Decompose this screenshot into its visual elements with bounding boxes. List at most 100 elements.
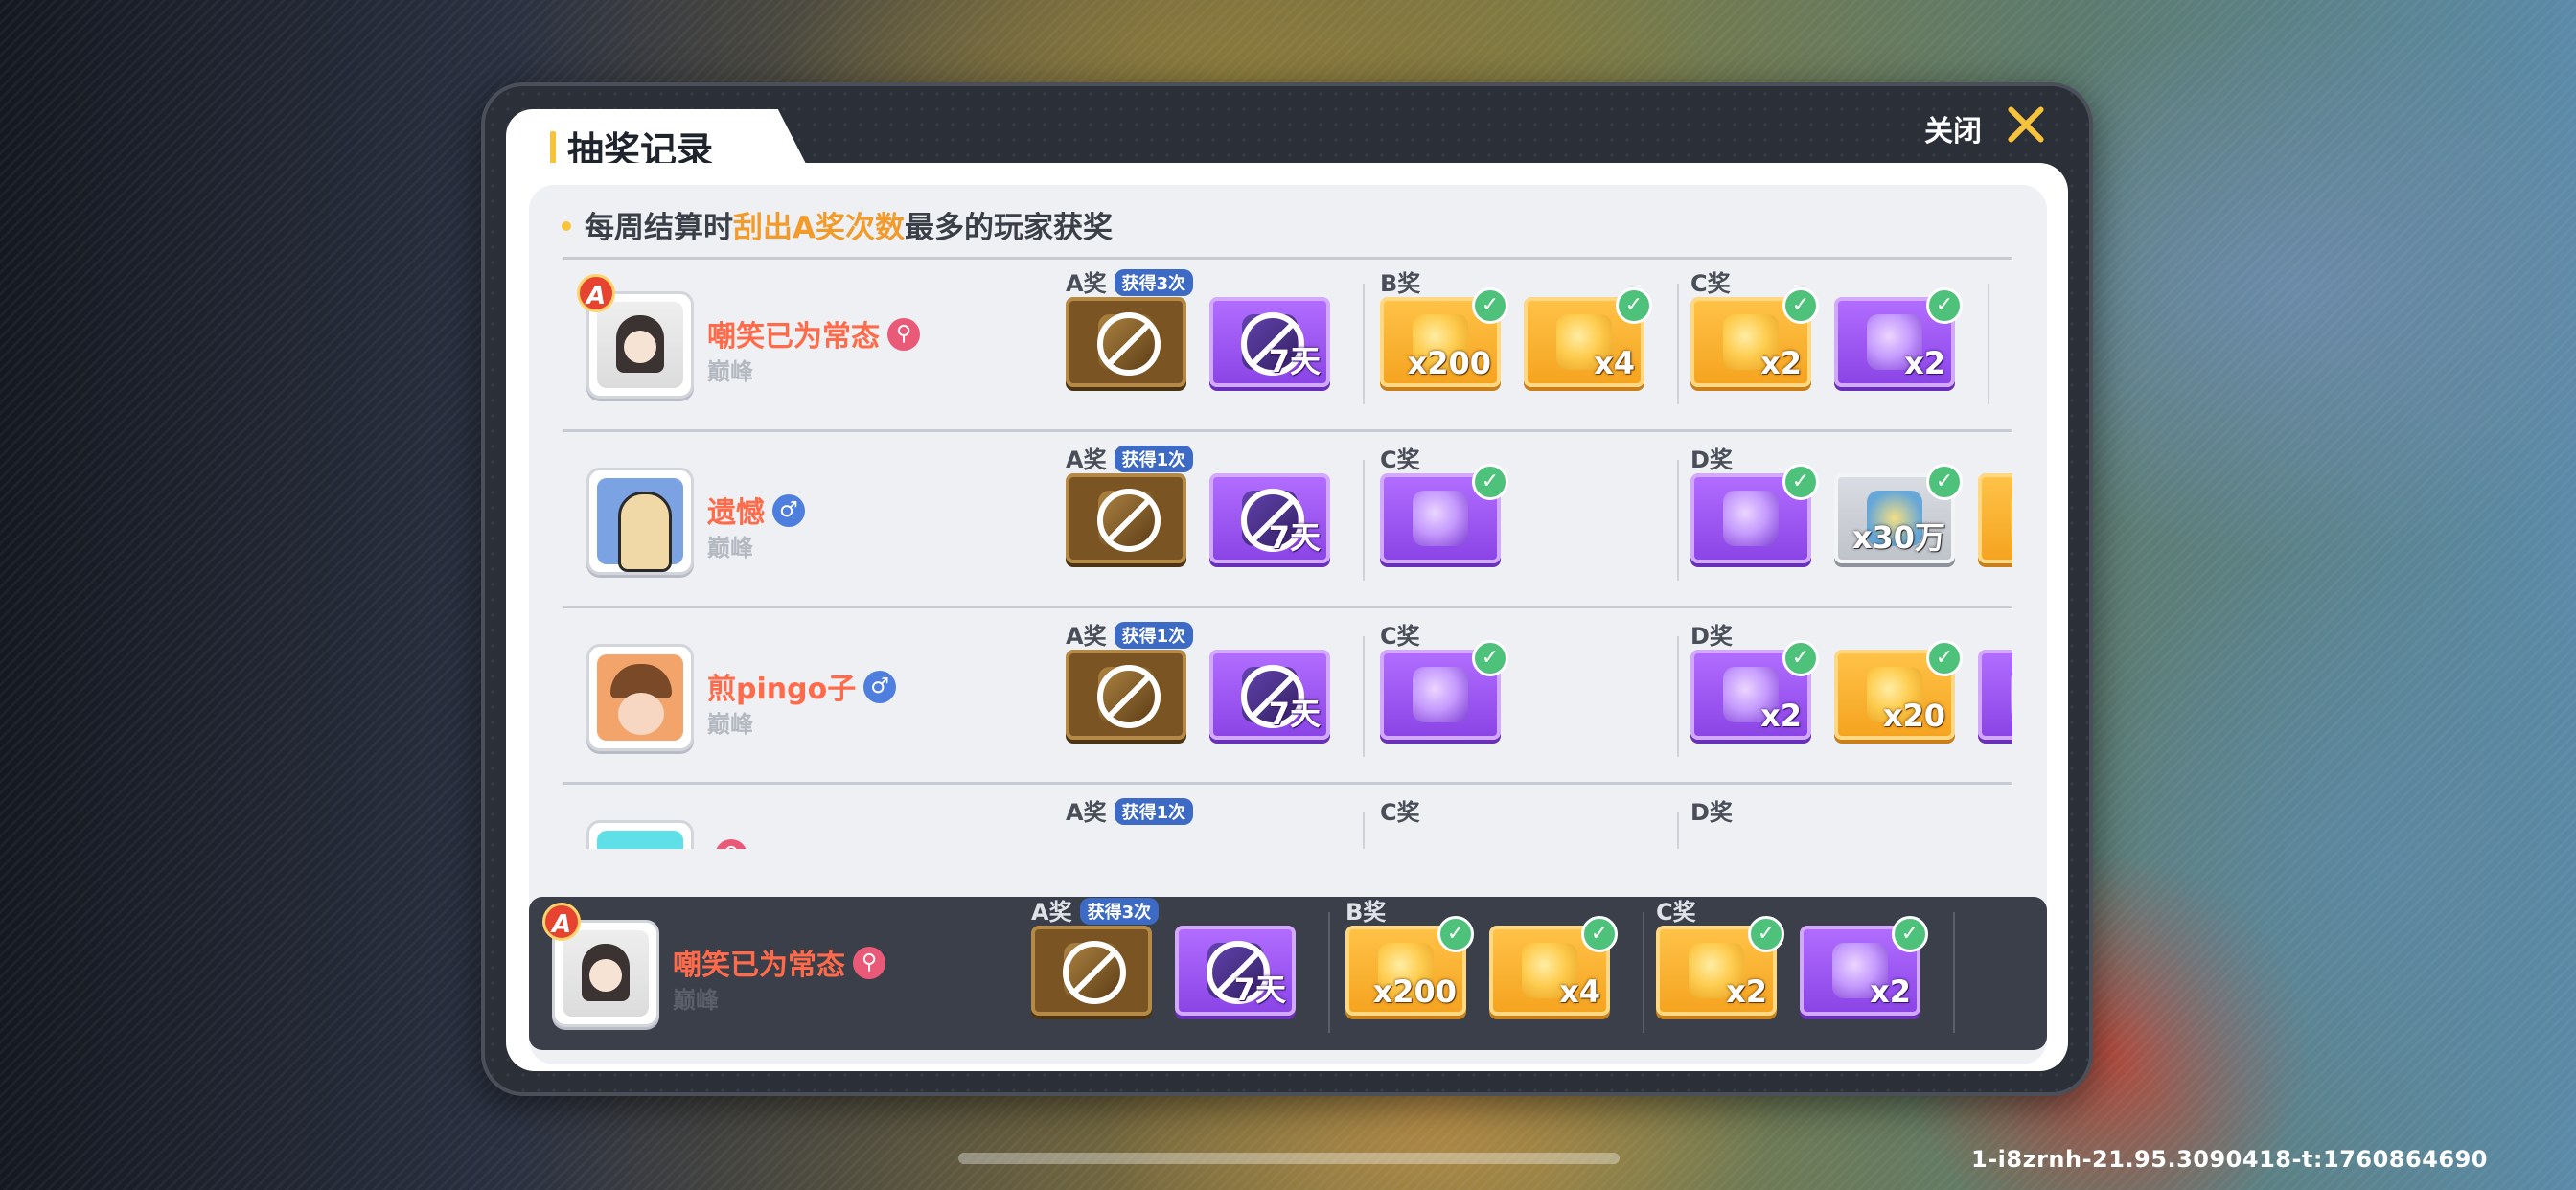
tier-label-text: A奖 bbox=[1066, 799, 1107, 826]
reward-item[interactable]: x200 ✓ bbox=[1380, 287, 1508, 387]
reward-item[interactable] bbox=[1066, 650, 1186, 740]
reward-item[interactable]: x4 ✓ bbox=[1489, 916, 1618, 1016]
tier-separator bbox=[1363, 636, 1365, 757]
home-indicator[interactable] bbox=[958, 1153, 1620, 1164]
title-accent-bar bbox=[550, 131, 556, 166]
player-avatar[interactable] bbox=[586, 644, 694, 751]
notice-text-pre: 每周结算时 bbox=[585, 211, 733, 245]
claimed-check-icon: ✓ bbox=[1748, 916, 1784, 952]
claimed-check-icon: ✓ bbox=[1782, 287, 1819, 324]
reward-art bbox=[2011, 491, 2012, 546]
close-label[interactable]: 关闭 bbox=[1924, 107, 1982, 149]
male-icon: ♂ bbox=[863, 670, 897, 703]
row-divider bbox=[564, 257, 2012, 260]
tier-label: A奖 获得3次 bbox=[1031, 893, 1160, 927]
reward-quantity: x200 bbox=[1407, 345, 1491, 381]
tier-win-count: 获得3次 bbox=[1079, 898, 1160, 925]
tier-label-text: B奖 bbox=[1346, 899, 1387, 926]
reward-item[interactable]: ✓ bbox=[1690, 464, 1819, 563]
player-name[interactable]: ⚲ bbox=[707, 838, 748, 849]
player-name[interactable]: 嘲笑已为常态 ⚲ bbox=[673, 941, 886, 983]
avatar-portrait bbox=[597, 654, 683, 741]
reward-item[interactable]: x20 ✓ bbox=[1834, 640, 1963, 740]
a-prize-badge-icon: A bbox=[577, 274, 615, 312]
player-name-text: 遗憾 bbox=[707, 496, 765, 530]
reward-quantity: x20 bbox=[1882, 698, 1945, 734]
tier-label: A奖 获得1次 bbox=[1066, 793, 1194, 827]
reward-item[interactable]: x200 ✓ bbox=[1346, 916, 1474, 1016]
tier-label: C奖 bbox=[1380, 441, 1420, 474]
player-avatar[interactable] bbox=[586, 468, 694, 575]
record-row[interactable]: 遗憾♂ 巅峰 A奖获得1次 7天 C奖 ✓ D奖 ✓ x30万 ✓ x20✓ bbox=[564, 433, 2012, 606]
reward-item[interactable]: x2 ✓ bbox=[1656, 916, 1784, 1016]
player-name[interactable]: 遗憾 ♂ bbox=[707, 489, 805, 531]
record-row[interactable]: 煎pingo子♂ 巅峰 A奖获得1次 7天 C奖 ✓ D奖 x2 ✓ x20 ✓ x40✓ bbox=[564, 609, 2012, 782]
tier-label-text: C奖 bbox=[1380, 446, 1420, 473]
record-row[interactable]: A 嘲笑已为常态 ⚲ 巅峰 A奖 获得3次 7天 B奖 x200 ✓ x4 ✓ C奖 x2 ✓ x2 ✓ bbox=[564, 257, 2012, 429]
claimed-check-icon: ✓ bbox=[1472, 464, 1508, 500]
record-row[interactable]: ⚲ A奖获得1次 C奖 D奖 bbox=[564, 786, 2012, 849]
row-divider bbox=[564, 782, 2012, 785]
reward-item[interactable]: 7天 bbox=[1209, 650, 1330, 740]
reward-item[interactable] bbox=[1066, 297, 1186, 387]
tier-separator bbox=[1677, 636, 1679, 757]
player-name-text: 煎pingo子 bbox=[707, 673, 857, 706]
reward-item[interactable] bbox=[1066, 473, 1186, 563]
close-icon[interactable] bbox=[2005, 103, 2047, 146]
unavailable-icon bbox=[1063, 941, 1126, 1004]
player-name-text: 嘲笑已为常态 bbox=[673, 949, 845, 982]
reward-art bbox=[2011, 667, 2012, 722]
reward-item[interactable]: x4 ✓ bbox=[1524, 287, 1652, 387]
a-prize-badge-icon: A bbox=[542, 903, 581, 941]
reward-item[interactable]: 7天 bbox=[1175, 926, 1296, 1016]
reward-item[interactable]: x30万 ✓ bbox=[1834, 464, 1963, 563]
unavailable-icon bbox=[1097, 489, 1161, 552]
tier-separator bbox=[1953, 912, 1955, 1033]
tier-label-text: A奖 bbox=[1066, 270, 1107, 297]
tier-separator bbox=[1328, 912, 1330, 1033]
claimed-check-icon: ✓ bbox=[1616, 287, 1652, 324]
reward-item[interactable]: ✓ bbox=[1380, 464, 1508, 563]
reward-quantity: x4 bbox=[1594, 345, 1635, 381]
reward-item[interactable]: x20✓ bbox=[1978, 473, 2012, 563]
reward-quantity: 7天 bbox=[1233, 972, 1286, 1008]
record-list[interactable]: A 嘲笑已为常态 ⚲ 巅峰 A奖 获得3次 7天 B奖 x200 ✓ x4 ✓ C奖 x2 ✓ x2 ✓ 遗憾 ♂ 巅… bbox=[564, 257, 2012, 849]
reward-item[interactable] bbox=[1031, 926, 1152, 1016]
tier-label-text: B奖 bbox=[1380, 270, 1421, 297]
reward-item[interactable]: x2 ✓ bbox=[1834, 287, 1963, 387]
build-id: 1-i8zrnh-21.95.3090418-t:1760864690 bbox=[1971, 1146, 2488, 1173]
tier-label-text: A奖 bbox=[1066, 623, 1107, 650]
claimed-check-icon: ✓ bbox=[1926, 640, 1963, 676]
reward-art bbox=[1413, 491, 1468, 546]
reward-quantity: x2 bbox=[1726, 973, 1767, 1010]
reward-quantity: x4 bbox=[1559, 973, 1600, 1010]
reward-quantity: x200 bbox=[1372, 973, 1457, 1010]
reward-quantity: x2 bbox=[1870, 973, 1911, 1010]
player-rank: 巅峰 bbox=[707, 358, 753, 385]
record-row[interactable]: A 嘲笑已为常态 ⚲ 巅峰 A奖 获得3次 7天 B奖 x200 ✓ x4 ✓ C奖 x2 ✓ x2 ✓ bbox=[529, 885, 1978, 1058]
player-avatar[interactable] bbox=[586, 820, 694, 849]
reward-item[interactable]: 7天 bbox=[1209, 297, 1330, 387]
reward-item[interactable]: ✓ bbox=[1380, 640, 1508, 740]
claimed-check-icon: ✓ bbox=[1472, 287, 1508, 324]
tier-label: A奖 获得1次 bbox=[1066, 617, 1194, 651]
key-icon: ⚲ bbox=[887, 317, 920, 351]
reward-item[interactable]: x40✓ bbox=[1978, 650, 2012, 740]
reward-item[interactable]: 7天 bbox=[1209, 473, 1330, 563]
tier-separator bbox=[1988, 284, 1990, 404]
bullet-dot bbox=[562, 220, 571, 231]
key-icon: ⚲ bbox=[715, 838, 748, 849]
reward-item[interactable]: x2 ✓ bbox=[1690, 287, 1819, 387]
player-name[interactable]: 嘲笑已为常态 ⚲ bbox=[707, 312, 920, 355]
tier-separator bbox=[1677, 284, 1679, 404]
reward-item[interactable]: x2 ✓ bbox=[1800, 916, 1928, 1016]
reward-art bbox=[1723, 491, 1779, 546]
tier-separator bbox=[1643, 912, 1644, 1033]
player-name[interactable]: 煎pingo子 ♂ bbox=[707, 665, 897, 707]
unavailable-icon bbox=[1097, 312, 1161, 376]
tier-label: A奖 获得3次 bbox=[1066, 264, 1194, 298]
player-rank: 巅峰 bbox=[707, 711, 753, 738]
my-record-row: A 嘲笑已为常态 ⚲ 巅峰 A奖 获得3次 7天 B奖 x200 ✓ x4 ✓ C奖 x2 ✓ x2 ✓ bbox=[529, 897, 2047, 1050]
reward-item[interactable]: x2 ✓ bbox=[1690, 640, 1819, 740]
player-rank: 巅峰 bbox=[707, 535, 753, 561]
